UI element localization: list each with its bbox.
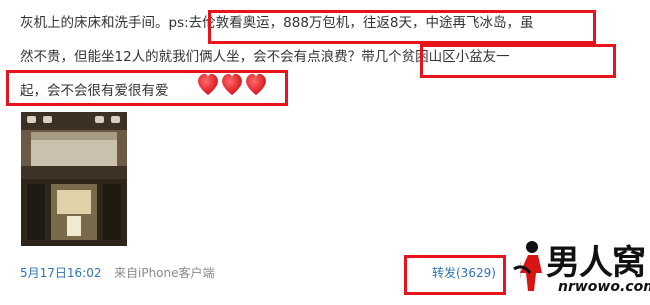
post-source: 来自iPhone客户端 bbox=[114, 266, 215, 280]
figure-logo-icon bbox=[513, 241, 542, 291]
watermark-logo: 男人窝 nrwowo.com bbox=[498, 235, 650, 303]
post-thumbnail[interactable] bbox=[21, 112, 127, 246]
hearts-icon bbox=[198, 73, 266, 95]
watermark-text: 男人窝 bbox=[546, 243, 646, 283]
post-line-1-a: 灰机上的床床和洗手间。p bbox=[20, 15, 178, 31]
highlight-box-trip bbox=[208, 10, 596, 44]
watermark-url: nrwowo.com bbox=[558, 279, 650, 295]
repost-link[interactable]: 转发(3629) bbox=[432, 264, 496, 281]
highlight-box-children bbox=[420, 44, 616, 78]
post-line-2-a: 然不贵，但能坐12人的就我们俩人坐，会不会有点浪费？ bbox=[20, 49, 362, 65]
post-time[interactable]: 5月17日16:02 bbox=[20, 264, 102, 281]
